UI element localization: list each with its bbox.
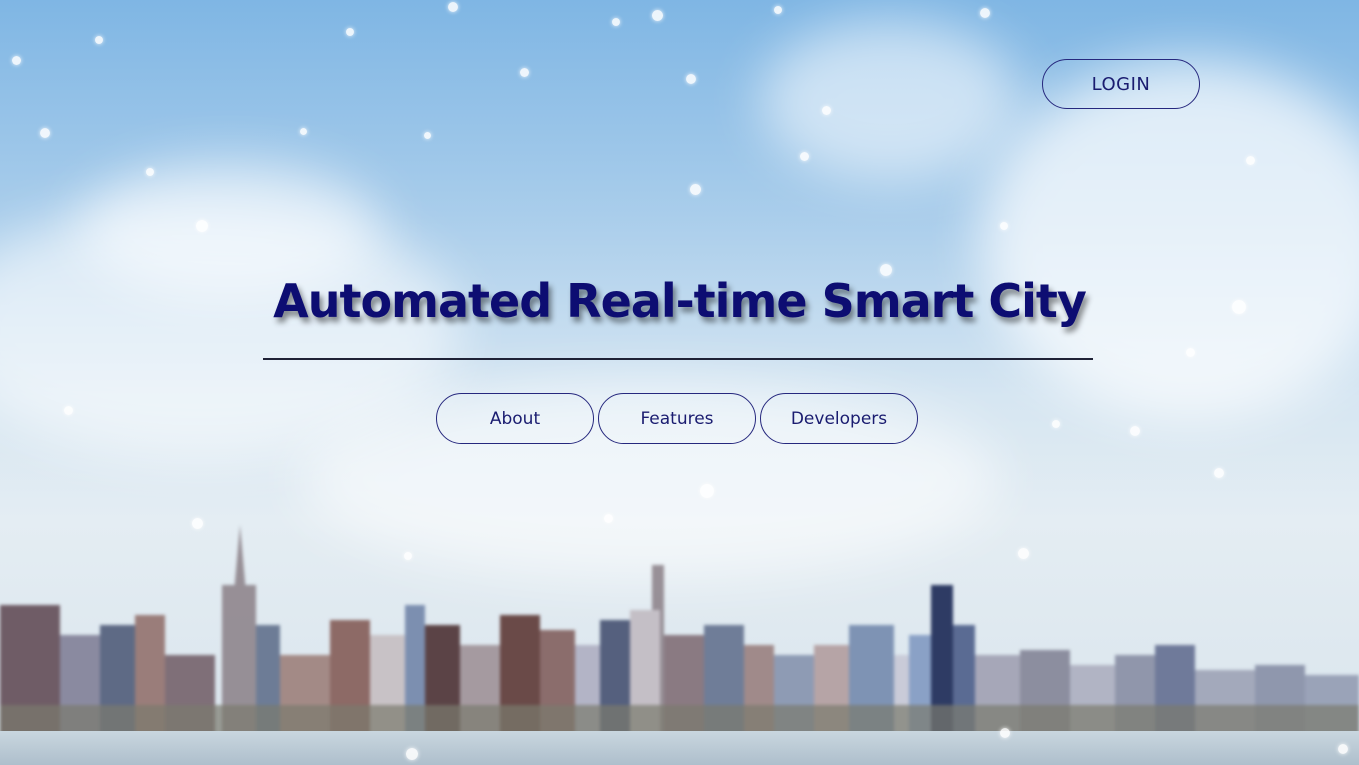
snowflake [448, 2, 458, 12]
snowflake [686, 74, 696, 84]
snowflake [1214, 468, 1224, 478]
snowflake [300, 128, 307, 135]
features-button[interactable]: Features [598, 393, 756, 444]
snowflake [520, 68, 529, 77]
hero-background [0, 0, 1359, 765]
cloud [760, 20, 1020, 180]
snowflake [40, 128, 50, 138]
city-skyline-image [0, 525, 1359, 735]
snowflake [612, 18, 620, 26]
snowflake [95, 36, 103, 44]
snowflake [690, 184, 701, 195]
snowflake [652, 10, 663, 21]
cloud [980, 60, 1359, 420]
snowflake [424, 132, 431, 139]
about-button[interactable]: About [436, 393, 594, 444]
snowflake [980, 8, 990, 18]
page-title: Automated Real-time Smart City [273, 274, 1087, 328]
snowflake [1052, 420, 1060, 428]
snowflake [1130, 426, 1140, 436]
title-divider [263, 358, 1093, 360]
snowflake [12, 56, 21, 65]
river-water [0, 731, 1359, 765]
main-nav: About Features Developers [436, 393, 918, 444]
developers-button[interactable]: Developers [760, 393, 918, 444]
snowflake [774, 6, 782, 14]
snowflake [346, 28, 354, 36]
login-button[interactable]: LOGIN [1042, 59, 1200, 109]
